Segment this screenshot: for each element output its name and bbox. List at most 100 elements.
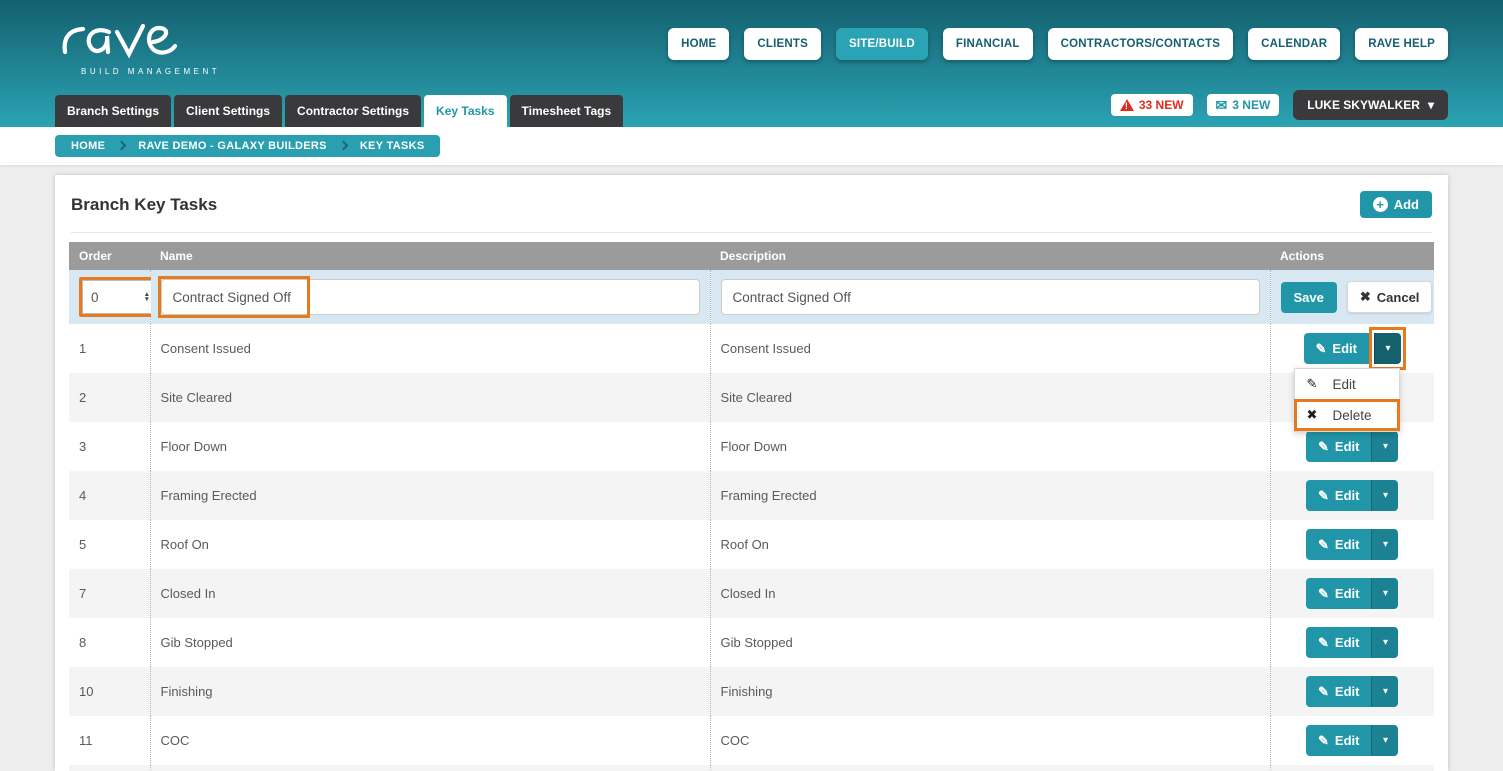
toggle-annotation-highlight: ▾: [1368, 327, 1406, 370]
edit-dropdown-toggle[interactable]: ▾: [1371, 725, 1399, 756]
cancel-button[interactable]: ✖ Cancel: [1346, 281, 1433, 313]
table-row: 8 Gib Stopped Gib Stopped ✎ Edit ▾: [69, 618, 1434, 667]
edit-dropdown-toggle[interactable]: ▾: [1371, 529, 1399, 560]
nav-button-clients[interactable]: CLIENTS: [744, 28, 821, 60]
edit-button[interactable]: ✎ Edit: [1306, 676, 1372, 707]
edit-description-cell: [709, 270, 1270, 324]
edit-name-cell: [149, 270, 710, 324]
pencil-icon: ✎: [1318, 732, 1329, 748]
table-header-row: Order Name Description Actions: [69, 242, 1434, 270]
name-cell: Roof On: [149, 520, 710, 569]
name-cell: Gib Stopped: [149, 618, 710, 667]
description-cell: Framing Erected: [709, 471, 1270, 520]
order-number-input[interactable]: 0 ▲ ▼: [82, 280, 156, 314]
x-icon: ✖: [1306, 407, 1318, 422]
description-input[interactable]: [720, 279, 1260, 315]
nav-button-home[interactable]: HOME: [668, 28, 730, 60]
order-cell: 10: [69, 667, 150, 716]
description-cell: Roof On: [709, 520, 1270, 569]
main-nav: HOME CLIENTS SITE/BUILD FINANCIAL CONTRACTOR…: [668, 28, 1448, 60]
order-cell: 2: [69, 373, 150, 422]
edit-button-group: ✎ Edit ▾: [1306, 480, 1399, 511]
app-header: BUILD MANAGEMENT HOME CLIENTS SITE/BUILD FI…: [0, 0, 1503, 127]
add-button-label: Add: [1393, 197, 1419, 212]
menu-item-delete[interactable]: ✖ Delete: [1293, 399, 1400, 431]
description-cell: Closed In: [709, 569, 1270, 618]
alerts-badge-label: 33 NEW: [1138, 98, 1184, 112]
edit-dropdown-toggle[interactable]: ▾: [1371, 431, 1399, 462]
page-content: Branch Key Tasks + Add Order Name Descri…: [0, 165, 1503, 771]
tab-key-tasks[interactable]: Key Tasks: [424, 95, 507, 127]
pencil-icon: ✎: [1318, 585, 1329, 601]
nav-button-calendar[interactable]: CALENDAR: [1248, 28, 1341, 60]
edit-button-group: ✎ Edit ▾: [1306, 725, 1399, 756]
column-header-order: Order: [69, 242, 150, 270]
user-menu-button[interactable]: LUKE SKYWALKER ▾: [1293, 90, 1448, 120]
edit-button-group: ✎ Edit ▾: [1306, 529, 1399, 560]
empty-cell: [69, 765, 150, 771]
breadcrumb-item[interactable]: RAVE DEMO - GALAXY BUILDERS: [138, 140, 327, 152]
description-cell: Gib Stopped: [709, 618, 1270, 667]
tab-timesheet-tags[interactable]: Timesheet Tags: [509, 95, 624, 127]
menu-item-edit[interactable]: ✎ Edit: [1294, 369, 1399, 399]
rave-logo[interactable]: BUILD MANAGEMENT: [55, 14, 220, 76]
empty-cell: [709, 765, 1270, 771]
edit-button[interactable]: ✎ Edit: [1306, 578, 1372, 609]
nav-button-contractors-contacts[interactable]: CONTRACTORS/CONTACTS: [1047, 28, 1234, 60]
actions-cell: ✎ Edit ▾: [1269, 618, 1434, 667]
edit-dropdown-toggle[interactable]: ▾: [1371, 676, 1399, 707]
nav-button-site-build[interactable]: SITE/BUILD: [835, 28, 928, 60]
actions-cell: ✎ Edit ▾: [1269, 520, 1434, 569]
pencil-icon: ✎: [1318, 536, 1329, 552]
breadcrumb: HOME RAVE DEMO - GALAXY BUILDERS KEY TASKS: [55, 135, 441, 157]
edit-button[interactable]: ✎ Edit: [1306, 529, 1372, 560]
tab-contractor-settings[interactable]: Contractor Settings: [285, 95, 422, 127]
edit-dropdown-toggle[interactable]: ▾: [1371, 578, 1399, 609]
nav-button-financial[interactable]: FINANCIAL: [942, 28, 1033, 60]
edit-dropdown-toggle[interactable]: ▾: [1373, 333, 1401, 364]
table-row-partial: [69, 765, 1434, 771]
order-cell: 3: [79, 439, 87, 454]
name-cell: Framing Erected: [149, 471, 710, 520]
edit-button[interactable]: ✎ Edit: [1306, 627, 1372, 658]
alerts-badge[interactable]: 33 NEW: [1110, 94, 1193, 116]
messages-badge[interactable]: ✉ 3 NEW: [1206, 94, 1280, 116]
table-row: 4 Framing Erected Framing Erected ✎ Edit ▾: [69, 471, 1434, 520]
save-button[interactable]: Save: [1280, 281, 1337, 313]
edit-button[interactable]: ✎ Edit: [1306, 431, 1372, 462]
nav-button-rave-help[interactable]: RAVE HELP: [1355, 28, 1448, 60]
edit-dropdown-toggle[interactable]: ▾: [1371, 627, 1399, 658]
order-cell: 1: [79, 341, 87, 356]
name-cell: Finishing: [149, 667, 710, 716]
breadcrumb-bar: HOME RAVE DEMO - GALAXY BUILDERS KEY TASKS: [0, 127, 1503, 165]
tab-branch-settings[interactable]: Branch Settings: [55, 95, 172, 127]
actions-cell: ✎ Edit ▾: [1269, 471, 1434, 520]
empty-cell: [1269, 765, 1434, 771]
table-row: 1 Consent Issued Consent Issued ✎ Edit ▾ ✎ Edit…: [69, 324, 1434, 432]
rave-logo-icon: [62, 23, 178, 59]
edit-button[interactable]: ✎ Edit: [1306, 480, 1372, 511]
edit-dropdown-toggle[interactable]: ▾: [1371, 480, 1399, 511]
breadcrumb-item[interactable]: HOME: [71, 140, 105, 152]
edit-button-group: ✎ Edit ▾: [1303, 327, 1406, 370]
edit-button[interactable]: ✎ Edit: [1306, 725, 1372, 756]
edit-button[interactable]: ✎ Edit: [1303, 333, 1369, 364]
name-input[interactable]: [160, 279, 700, 315]
name-cell: COC: [149, 716, 710, 765]
order-cell: 11: [79, 733, 93, 748]
settings-tabs: Branch Settings Client Settings Contractor…: [55, 95, 624, 127]
column-header-description: Description: [710, 242, 1270, 270]
actions-cell: ✎ Edit ▾ ✎ Edit ✖ Delete: [1269, 324, 1434, 432]
x-icon: ✖: [1359, 289, 1371, 304]
column-header-actions: Actions: [1270, 242, 1434, 270]
pencil-icon: ✎: [1318, 487, 1329, 503]
breadcrumb-item[interactable]: KEY TASKS: [360, 140, 425, 152]
name-cell: Consent Issued: [149, 324, 710, 373]
edit-button-group: ✎ Edit ▾: [1306, 578, 1399, 609]
tab-client-settings[interactable]: Client Settings: [174, 95, 283, 127]
description-cell: Site Cleared: [709, 373, 1270, 422]
add-button[interactable]: + Add: [1359, 191, 1432, 218]
edit-actions-cell: Save ✖ Cancel: [1269, 270, 1434, 324]
card-header: Branch Key Tasks + Add: [69, 191, 1434, 232]
actions-cell: ✎ Edit ▾: [1269, 716, 1434, 765]
